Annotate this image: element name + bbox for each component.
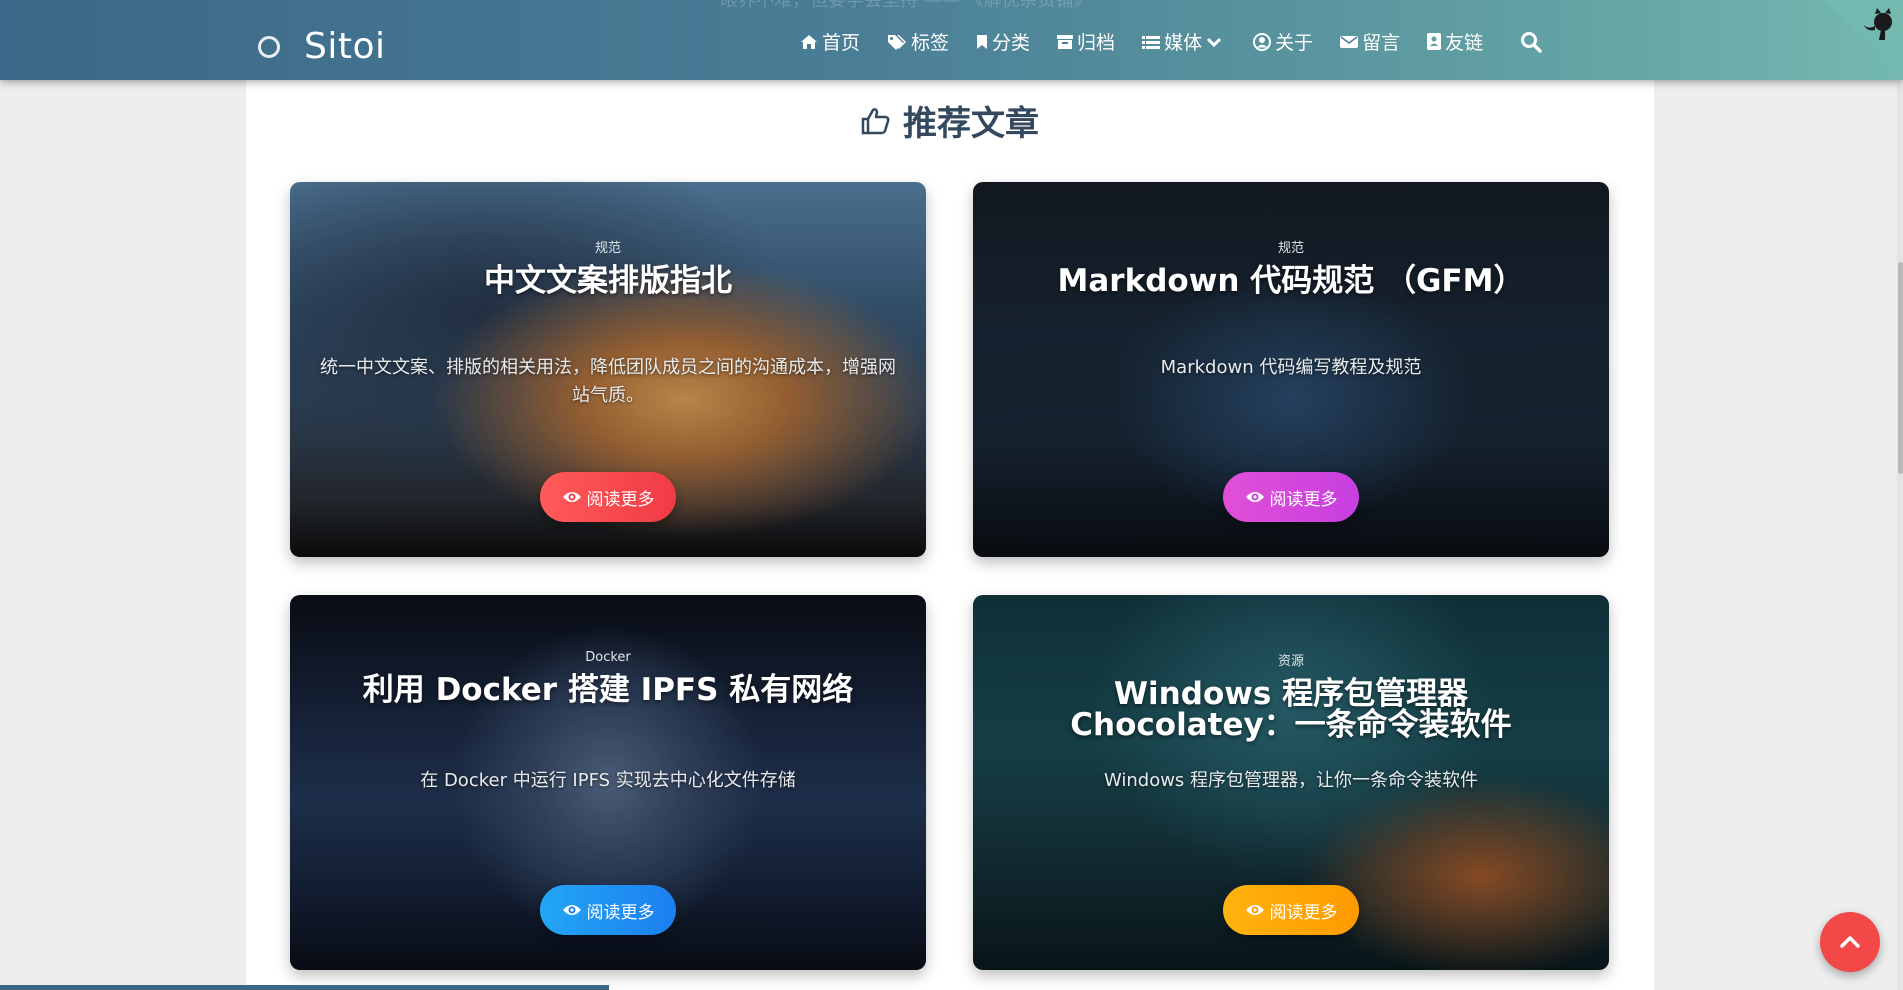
nav-item-label: 留言 bbox=[1362, 32, 1401, 54]
nav-item-home[interactable]: 首页 bbox=[800, 28, 860, 55]
section-header: 推荐文章 bbox=[246, 96, 1654, 145]
list-icon bbox=[1142, 35, 1161, 49]
article-card[interactable]: 资源 Windows 程序包管理器 Chocolatey：一条命令装软件 Win… bbox=[973, 595, 1609, 970]
card-content: 规范 中文文案排版指北 统一中文文案、排版的相关用法，降低团队成员之间的沟通成本… bbox=[290, 182, 926, 557]
card-content: 资源 Windows 程序包管理器 Chocolatey：一条命令装软件 Win… bbox=[973, 595, 1609, 970]
site-header: 眼界不难，但要学会坚持 —— 《解忧杂货铺》 Sitoi 首页 标签 分类 归档… bbox=[0, 0, 1903, 80]
article-card[interactable]: 规范 Markdown 代码规范 （GFM） Markdown 代码编写教程及规… bbox=[973, 182, 1609, 557]
nav-item-label: 媒体 bbox=[1164, 32, 1203, 54]
reading-progress-fill bbox=[0, 985, 609, 990]
nav-item-label: 标签 bbox=[911, 32, 950, 54]
chevron-up-icon bbox=[1840, 936, 1860, 948]
user-circle-icon bbox=[1253, 32, 1272, 51]
nav-item-label: 分类 bbox=[992, 32, 1031, 54]
card-category[interactable]: 资源 bbox=[1278, 650, 1304, 669]
search-icon bbox=[1521, 31, 1542, 53]
nav-item-message[interactable]: 留言 bbox=[1340, 28, 1400, 55]
brand[interactable]: Sitoi bbox=[258, 26, 386, 67]
nav-item-categories[interactable]: 分类 bbox=[976, 28, 1030, 55]
read-more-label: 阅读更多 bbox=[1269, 902, 1338, 923]
card-title[interactable]: 中文文案排版指北 bbox=[459, 266, 757, 297]
card-category[interactable]: 规范 bbox=[1278, 237, 1304, 256]
card-description: 在 Docker 中运行 IPFS 实现去中心化文件存储 bbox=[420, 770, 796, 791]
nav-item-label: 关于 bbox=[1275, 32, 1314, 54]
github-corner-icon[interactable] bbox=[1823, 0, 1903, 80]
section-title: 推荐文章 bbox=[903, 104, 1039, 144]
eye-icon bbox=[1245, 905, 1264, 915]
nav-item-label: 首页 bbox=[822, 32, 861, 54]
eye-icon bbox=[1245, 492, 1264, 502]
card-description: Markdown 代码编写教程及规范 bbox=[1160, 357, 1422, 378]
card-title[interactable]: Markdown 代码规范 （GFM） bbox=[1033, 266, 1550, 297]
nav-item-label: 友链 bbox=[1445, 32, 1484, 54]
card-description: 统一中文文案、排版的相关用法，降低团队成员之间的沟通成本，增强网站气质。 bbox=[320, 357, 896, 406]
home-icon bbox=[801, 34, 817, 49]
read-more-button[interactable]: 阅读更多 bbox=[540, 885, 676, 935]
read-more-label: 阅读更多 bbox=[586, 902, 655, 923]
back-to-top-button[interactable] bbox=[1820, 912, 1880, 972]
eye-icon bbox=[562, 492, 581, 502]
card-content: 规范 Markdown 代码规范 （GFM） Markdown 代码编写教程及规… bbox=[973, 182, 1609, 557]
article-card[interactable]: Docker 利用 Docker 搭建 IPFS 私有网络 在 Docker 中… bbox=[290, 595, 926, 970]
search-button[interactable] bbox=[1520, 31, 1542, 53]
card-category[interactable]: 规范 bbox=[595, 237, 621, 256]
card-category[interactable]: Docker bbox=[585, 650, 631, 665]
page-scrollbar-thumb[interactable] bbox=[1898, 262, 1903, 474]
main-container: 推荐文章 规范 中文文案排版指北 统一中文文案、排版的相关用法，降低团队成员之间… bbox=[246, 80, 1654, 990]
read-more-label: 阅读更多 bbox=[1269, 489, 1338, 510]
nav-item-label: 归档 bbox=[1077, 32, 1116, 54]
bookmark-icon bbox=[977, 34, 988, 49]
article-card[interactable]: 规范 中文文案排版指北 统一中文文案、排版的相关用法，降低团队成员之间的沟通成本… bbox=[290, 182, 926, 557]
nav-item-about[interactable]: 关于 bbox=[1253, 28, 1313, 55]
address-book-icon bbox=[1427, 33, 1442, 50]
read-more-button[interactable]: 阅读更多 bbox=[1223, 885, 1359, 935]
card-title[interactable]: Windows 程序包管理器 Chocolatey：一条命令装软件 bbox=[973, 679, 1609, 741]
reading-progress-bar bbox=[0, 985, 1903, 990]
thumbs-up-icon bbox=[861, 107, 890, 134]
card-content: Docker 利用 Docker 搭建 IPFS 私有网络 在 Docker 中… bbox=[290, 595, 926, 970]
card-description: Windows 程序包管理器，让你一条命令装软件 bbox=[1103, 770, 1479, 791]
chevron-down-icon bbox=[1207, 37, 1222, 47]
nav-item-tags[interactable]: 标签 bbox=[887, 28, 949, 55]
nav-item-friends[interactable]: 友链 bbox=[1427, 28, 1483, 55]
main-nav: 首页 标签 分类 归档 媒体 关于 留言 友链 bbox=[800, 28, 1542, 55]
eye-icon bbox=[562, 905, 581, 915]
page-scrollbar-track[interactable] bbox=[1897, 0, 1903, 990]
nav-item-archives[interactable]: 归档 bbox=[1057, 28, 1115, 55]
archive-icon bbox=[1057, 34, 1074, 49]
read-more-label: 阅读更多 bbox=[586, 489, 655, 510]
header-background-quote: 眼界不难，但要学会坚持 —— 《解忧杂货铺》 bbox=[720, 0, 1092, 11]
nav-item-media[interactable]: 媒体 bbox=[1142, 28, 1226, 55]
tags-icon bbox=[888, 34, 907, 50]
brand-name: Sitoi bbox=[304, 26, 386, 67]
read-more-button[interactable]: 阅读更多 bbox=[540, 472, 676, 522]
card-title[interactable]: 利用 Docker 搭建 IPFS 私有网络 bbox=[338, 675, 878, 706]
brand-logo-icon bbox=[258, 35, 280, 58]
envelope-icon bbox=[1340, 35, 1359, 48]
read-more-button[interactable]: 阅读更多 bbox=[1223, 472, 1359, 522]
